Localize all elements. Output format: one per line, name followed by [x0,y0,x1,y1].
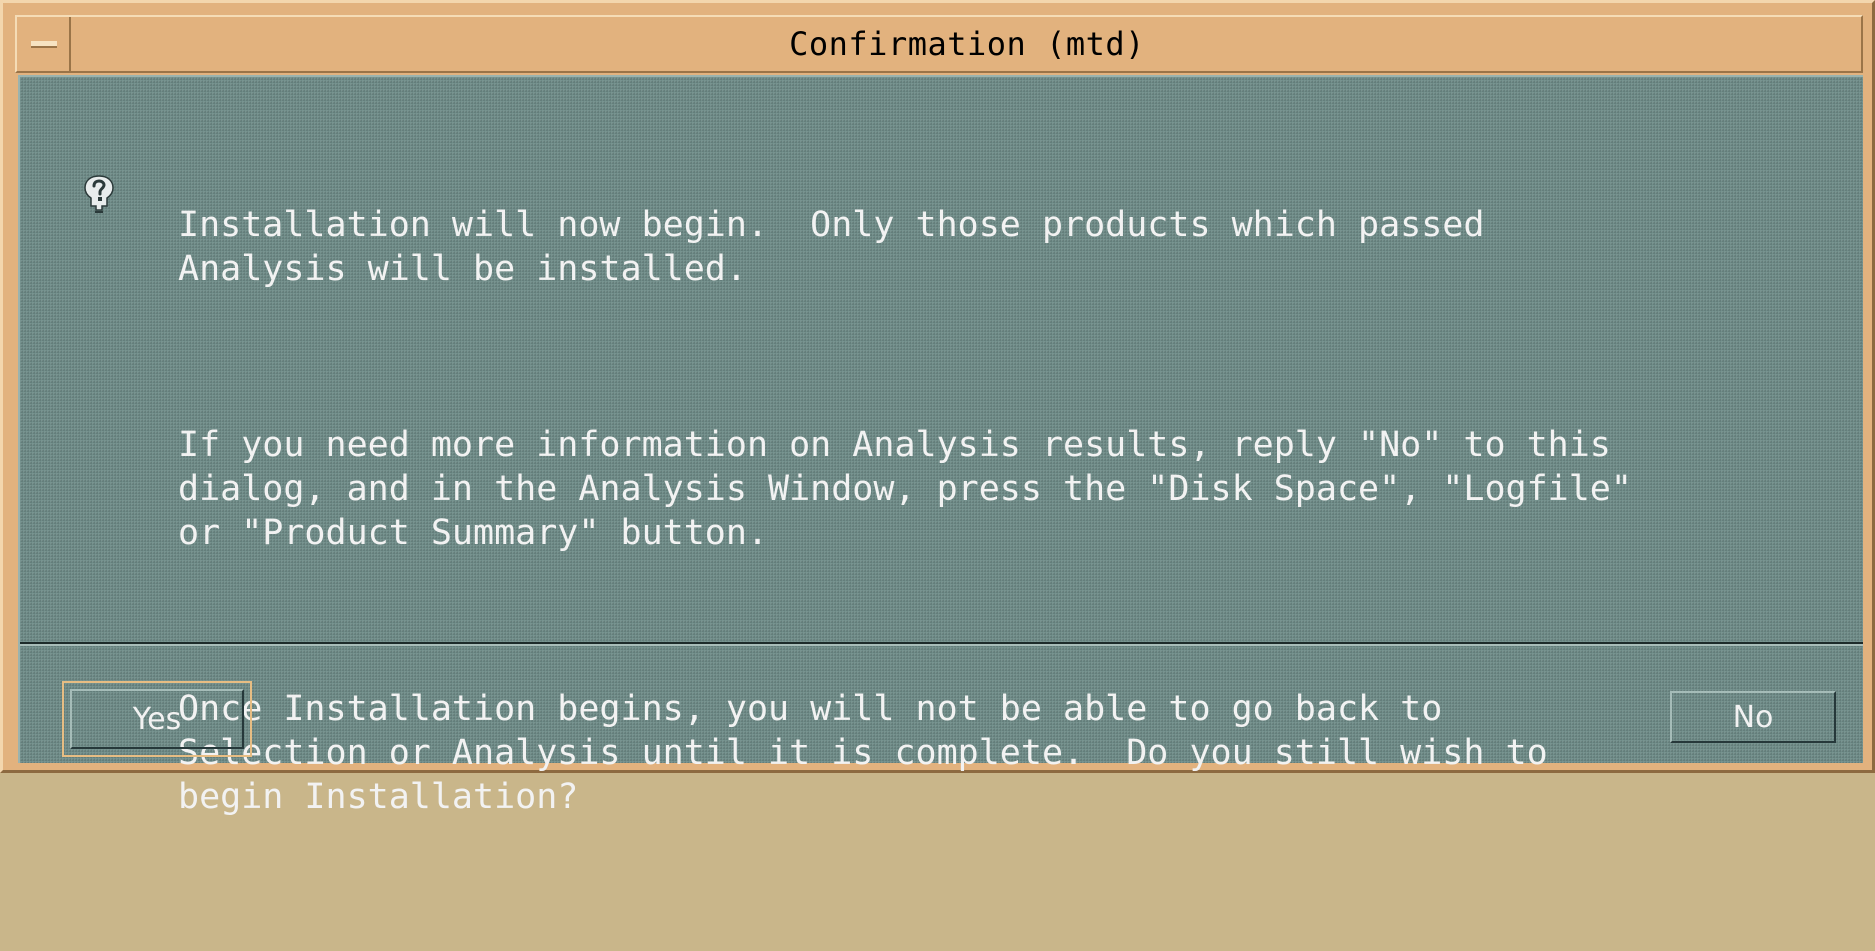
no-button[interactable]: No [1670,691,1836,743]
window-menu-icon [31,41,57,48]
question-icon [84,175,114,213]
default-button-ring: Yes [62,681,252,757]
message-paragraph-2: If you need more information on Analysis… [178,425,1632,553]
dialog-body: Installation will now begin. Only those … [18,75,1863,817]
title-bar[interactable]: Confirmation (mtd) [15,15,1863,73]
button-area-separator [20,642,1863,646]
yes-button[interactable]: Yes [70,689,244,749]
window-title: Confirmation (mtd) [789,25,1145,63]
window-menu-button[interactable] [17,17,71,71]
message-paragraph-1: Installation will now begin. Only those … [178,205,1485,289]
message-paragraph-3: Once Installation begins, you will not b… [178,689,1548,817]
confirmation-dialog-window: Confirmation (mtd) Installation will now… [0,0,1875,817]
dialog-message: Installation will now begin. Only those … [178,115,1858,951]
